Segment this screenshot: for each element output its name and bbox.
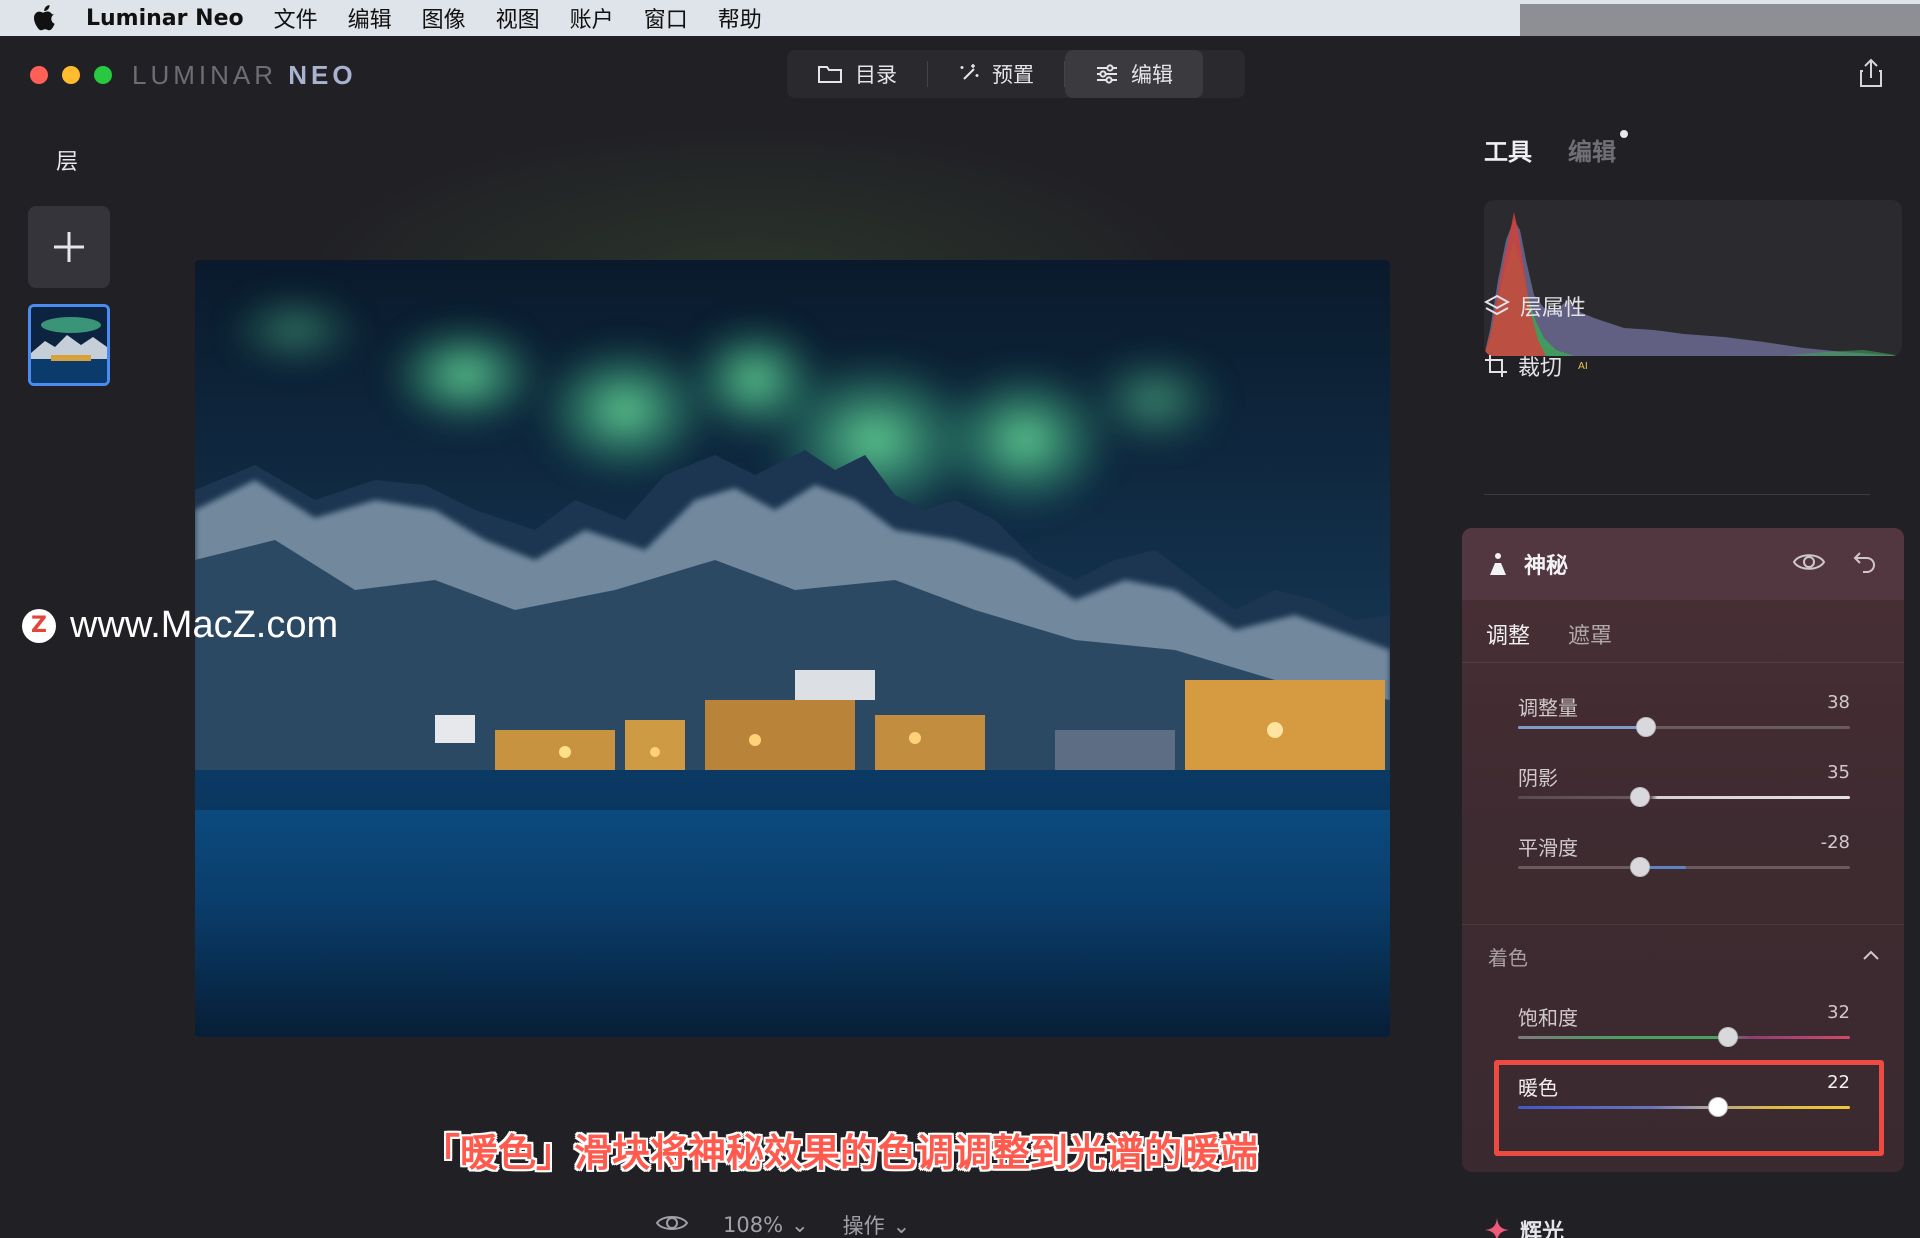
- histogram: [1484, 200, 1902, 356]
- section-divider: [1462, 924, 1904, 925]
- smoothness-label: 平滑度: [1518, 836, 1578, 860]
- right-panel-tabs: 工具 编辑: [1484, 130, 1628, 167]
- layer-properties-label: 层属性: [1520, 296, 1587, 321]
- shadows-slider[interactable]: 阴影 35: [1518, 762, 1850, 810]
- layer-properties-tool[interactable]: 层属性: [1484, 290, 1586, 322]
- minimize-window-button[interactable]: [62, 66, 80, 84]
- saturation-slider[interactable]: 饱和度 32: [1518, 1002, 1850, 1050]
- glow-label: 辉光: [1520, 1220, 1565, 1238]
- catalog-mode-button[interactable]: 目录: [787, 50, 927, 98]
- menubar-right-area: [1520, 4, 1920, 36]
- glow-tool[interactable]: 辉光: [1484, 1214, 1564, 1238]
- layer-thumbnail[interactable]: [28, 304, 110, 386]
- mystical-subtabs: 调整 遮罩: [1486, 618, 1612, 650]
- mode-switcher: 目录 预置 编辑: [787, 50, 1245, 98]
- plus-icon: [54, 232, 84, 262]
- magic-wand-icon: [960, 64, 979, 80]
- subtabs-divider: [1462, 662, 1904, 663]
- aurora-photo: [195, 260, 1390, 1037]
- tab-adjust[interactable]: 调整: [1486, 618, 1530, 650]
- menu-view[interactable]: 视图: [496, 2, 540, 34]
- logo-neo: NEO: [288, 60, 357, 90]
- amount-knob[interactable]: [1636, 717, 1656, 737]
- edit-mode-button[interactable]: 编辑: [1065, 50, 1203, 98]
- saturation-label: 饱和度: [1518, 1006, 1578, 1030]
- tutorial-caption: 「暖色」滑块将神秘效果的色调调整到光谱的暖端: [421, 1131, 1258, 1175]
- catalog-mode-label: 目录: [855, 63, 897, 87]
- tab-edits[interactable]: 编辑: [1568, 130, 1628, 167]
- layers-icon: [1484, 294, 1510, 316]
- close-window-button[interactable]: [30, 66, 48, 84]
- share-icon[interactable]: [1858, 58, 1884, 92]
- compare-eye-icon[interactable]: [655, 1212, 689, 1238]
- logo-luminar: LUMINAR: [132, 60, 289, 90]
- mystical-figure-icon: [1490, 553, 1506, 575]
- crop-icon: [1485, 355, 1507, 377]
- watermark-url: www.MacZ.com: [70, 604, 339, 646]
- color-section-title[interactable]: 着色: [1488, 942, 1528, 971]
- app-logo: LUMINAR NEO: [132, 60, 357, 91]
- visibility-eye-icon[interactable]: [1792, 550, 1826, 578]
- photo-canvas[interactable]: [195, 260, 1390, 1037]
- zoom-value: 108%: [723, 1213, 784, 1237]
- menu-file[interactable]: 文件: [274, 2, 318, 34]
- chevron-down-icon: ⌄: [791, 1213, 809, 1237]
- tools-divider: [1484, 494, 1870, 495]
- menu-edit[interactable]: 编辑: [348, 2, 392, 34]
- tab-tools[interactable]: 工具: [1484, 132, 1532, 167]
- chevron-up-icon[interactable]: [1862, 946, 1880, 965]
- macz-logo-icon: Z: [22, 608, 56, 643]
- edits-indicator-dot: [1620, 130, 1628, 138]
- warmth-highlight-box: [1494, 1060, 1884, 1156]
- amount-label: 调整量: [1518, 696, 1578, 720]
- menu-window[interactable]: 窗口: [644, 2, 688, 34]
- sliders-icon: [1097, 64, 1117, 84]
- saturation-knob[interactable]: [1718, 1027, 1738, 1047]
- mystical-tool-header[interactable]: 神秘: [1462, 528, 1904, 600]
- smoothness-value: -28: [1820, 832, 1850, 853]
- presets-mode-button[interactable]: 预置: [928, 50, 1064, 98]
- tab-edits-label: 编辑: [1568, 138, 1616, 166]
- smoothness-knob[interactable]: [1630, 857, 1650, 877]
- canvas-controls: 108% ⌄ 操作 ⌄: [655, 1210, 910, 1238]
- sparkle-icon: [1485, 1218, 1509, 1238]
- actions-dropdown[interactable]: 操作 ⌄: [843, 1210, 911, 1238]
- amount-fill: [1518, 726, 1646, 729]
- amount-value: 38: [1827, 692, 1850, 713]
- menu-app-name[interactable]: Luminar Neo: [86, 6, 244, 31]
- tab-mask[interactable]: 遮罩: [1568, 618, 1612, 650]
- smoothness-slider[interactable]: 平滑度 -28: [1518, 832, 1850, 880]
- layers-title: 层: [56, 150, 79, 175]
- zoom-window-button[interactable]: [94, 66, 112, 84]
- folder-icon: [818, 66, 842, 83]
- menu-image[interactable]: 图像: [422, 2, 466, 34]
- zoom-dropdown[interactable]: 108% ⌄: [723, 1213, 809, 1237]
- apple-icon[interactable]: [30, 3, 60, 33]
- menu-help[interactable]: 帮助: [718, 2, 762, 34]
- shadows-track: [1518, 796, 1850, 799]
- menu-account[interactable]: 账户: [570, 2, 614, 34]
- watermark: Z www.MacZ.com: [22, 604, 338, 647]
- app-window: LUMINAR NEO 目录 预置 编辑 层 Z www.MacZ.com 「暖…: [0, 36, 1920, 1238]
- crop-label: 裁切: [1518, 356, 1563, 381]
- amount-slider[interactable]: 调整量 38: [1518, 692, 1850, 740]
- shadows-value: 35: [1827, 762, 1850, 783]
- mystical-tool-title: 神秘: [1524, 554, 1569, 579]
- presets-mode-label: 预置: [992, 63, 1034, 87]
- edit-mode-label: 编辑: [1131, 63, 1173, 87]
- menu-bar: Luminar Neo 文件 编辑 图像 视图 账户 窗口 帮助: [0, 0, 1920, 36]
- shadows-label: 阴影: [1518, 766, 1558, 790]
- ai-badge: AI: [1578, 360, 1588, 372]
- reset-undo-icon[interactable]: [1852, 548, 1878, 578]
- add-layer-button[interactable]: [28, 206, 110, 288]
- crop-tool[interactable]: 裁切 AI: [1484, 350, 1588, 382]
- chevron-down-icon: ⌄: [892, 1214, 911, 1238]
- actions-label: 操作: [842, 1214, 885, 1238]
- saturation-value: 32: [1827, 1002, 1850, 1023]
- shadows-knob[interactable]: [1630, 787, 1650, 807]
- saturation-track: [1518, 1036, 1850, 1039]
